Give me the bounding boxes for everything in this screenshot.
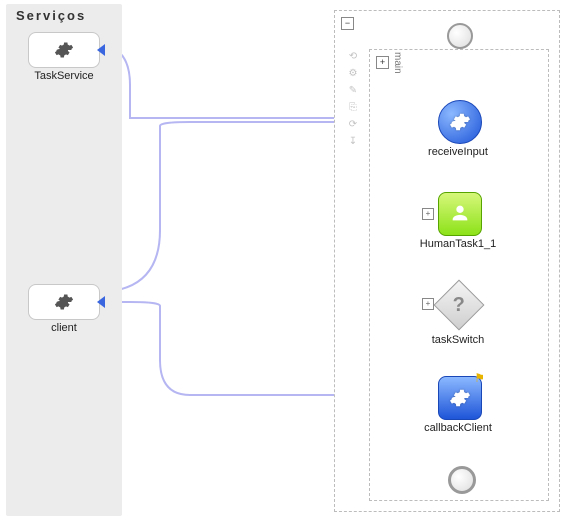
process-scope-main[interactable]: + main receiveInput + HumanTask1_1 + ? [369, 49, 549, 501]
service-port-icon [97, 296, 105, 308]
toolbar-btn-3[interactable]: ✎ [346, 83, 360, 97]
expand-badge[interactable]: + [422, 298, 434, 310]
end-event[interactable] [448, 466, 476, 494]
expand-toggle[interactable]: + [376, 56, 389, 69]
toolbar-btn-5[interactable]: ⟳ [346, 117, 360, 131]
collapse-toggle[interactable]: − [341, 17, 354, 30]
service-client[interactable] [28, 284, 100, 320]
service-client-label: client [14, 322, 114, 334]
node-human-task-label: HumanTask1_1 [398, 238, 518, 250]
gear-icon [54, 292, 74, 312]
user-icon [449, 202, 471, 227]
diagram-canvas: Serviços TaskService client − ⟲ ⚙ ✎ ⎘ ⟳ [0, 0, 582, 520]
toolbar-btn-2[interactable]: ⚙ [346, 66, 360, 80]
toolbar-btn-4[interactable]: ⎘ [346, 100, 360, 114]
flag-icon: ⚑ [474, 371, 485, 385]
services-panel: Serviços TaskService client [6, 4, 122, 516]
node-callback-client[interactable]: ⚑ [438, 376, 482, 420]
node-receive-input[interactable] [438, 100, 482, 144]
node-receive-input-label: receiveInput [398, 146, 518, 158]
service-port-icon [97, 44, 105, 56]
node-callback-client-label: callbackClient [398, 422, 518, 434]
start-event[interactable] [447, 23, 473, 49]
process-scope-outer[interactable]: − ⟲ ⚙ ✎ ⎘ ⟳ ↧ + main receiveInput + [334, 10, 560, 512]
service-task-service-label: TaskService [14, 70, 114, 82]
question-icon: ? [453, 294, 465, 317]
process-scope-main-label: main [392, 52, 403, 74]
gear-icon [54, 40, 74, 60]
toolbar-btn-1[interactable]: ⟲ [346, 49, 360, 63]
node-human-task[interactable] [438, 192, 482, 236]
node-task-switch[interactable]: ? [436, 282, 482, 328]
scope-toolbar: ⟲ ⚙ ✎ ⎘ ⟳ ↧ [345, 49, 361, 148]
toolbar-btn-6[interactable]: ↧ [346, 134, 360, 148]
gear-icon [449, 111, 471, 133]
expand-badge[interactable]: + [422, 208, 434, 220]
services-panel-title: Serviços [6, 4, 122, 29]
node-task-switch-label: taskSwitch [398, 334, 518, 346]
service-task-service[interactable] [28, 32, 100, 68]
gear-icon [449, 387, 471, 409]
